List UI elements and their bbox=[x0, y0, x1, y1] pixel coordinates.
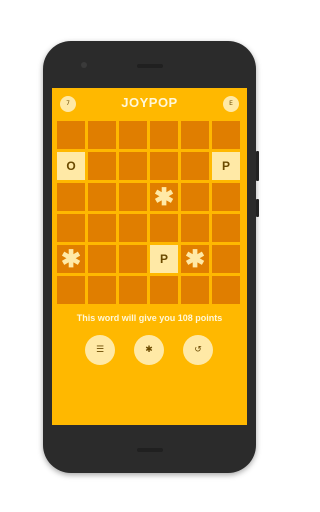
empty-tile[interactable] bbox=[88, 245, 116, 273]
phone-frame: 7 JOYPOP E O P ✱ ✱ P ✱ This word will give yo… bbox=[43, 41, 259, 473]
word-list-button[interactable]: ☰ bbox=[85, 335, 115, 365]
empty-tile[interactable] bbox=[88, 152, 116, 180]
empty-tile[interactable] bbox=[88, 183, 116, 211]
empty-tile[interactable] bbox=[119, 152, 147, 180]
empty-tile[interactable] bbox=[150, 214, 178, 242]
empty-tile[interactable] bbox=[181, 214, 209, 242]
empty-tile[interactable] bbox=[181, 121, 209, 149]
top-speaker bbox=[137, 64, 163, 68]
empty-tile[interactable] bbox=[181, 152, 209, 180]
empty-tile[interactable] bbox=[212, 245, 240, 273]
bonus-star-tile[interactable]: ✱ bbox=[57, 245, 85, 273]
empty-tile[interactable] bbox=[119, 276, 147, 304]
menu-badge-button[interactable]: E bbox=[223, 96, 239, 112]
empty-tile[interactable] bbox=[212, 121, 240, 149]
bonus-star-tile[interactable]: ✱ bbox=[181, 245, 209, 273]
app-title: JOYPOP bbox=[121, 95, 178, 110]
empty-tile[interactable] bbox=[119, 121, 147, 149]
empty-tile[interactable] bbox=[88, 121, 116, 149]
letter-grid: O P ✱ ✱ P ✱ bbox=[57, 121, 242, 304]
empty-tile[interactable] bbox=[119, 214, 147, 242]
undo-icon: ↺ bbox=[194, 345, 202, 355]
empty-tile[interactable] bbox=[88, 214, 116, 242]
list-icon: ☰ bbox=[95, 345, 105, 355]
letter-tile[interactable]: P bbox=[212, 152, 240, 180]
empty-tile[interactable] bbox=[212, 214, 240, 242]
letter-tile[interactable]: P bbox=[150, 245, 178, 273]
empty-tile[interactable] bbox=[57, 183, 85, 211]
empty-tile[interactable] bbox=[150, 121, 178, 149]
empty-tile[interactable] bbox=[150, 276, 178, 304]
score-message: This word will give you 108 points bbox=[76, 313, 223, 323]
empty-tile[interactable] bbox=[57, 276, 85, 304]
empty-tile[interactable] bbox=[57, 214, 85, 242]
empty-tile[interactable] bbox=[57, 121, 85, 149]
top-bar: 7 JOYPOP E bbox=[52, 88, 247, 120]
empty-tile[interactable] bbox=[119, 183, 147, 211]
front-camera bbox=[81, 62, 87, 68]
empty-tile[interactable] bbox=[88, 276, 116, 304]
empty-tile[interactable] bbox=[119, 245, 147, 273]
power-button bbox=[256, 199, 259, 217]
game-screen: 7 JOYPOP E O P ✱ ✱ P ✱ This word will give yo… bbox=[52, 88, 247, 425]
empty-tile[interactable] bbox=[212, 276, 240, 304]
bottom-speaker bbox=[137, 448, 163, 452]
empty-tile[interactable] bbox=[181, 183, 209, 211]
undo-button[interactable]: ↺ bbox=[183, 335, 213, 365]
empty-tile[interactable] bbox=[212, 183, 240, 211]
empty-tile[interactable] bbox=[150, 152, 178, 180]
bonus-star-tile[interactable]: ✱ bbox=[150, 183, 178, 211]
bomb-button[interactable]: ✱ bbox=[134, 335, 164, 365]
letter-tile[interactable]: O bbox=[57, 152, 85, 180]
volume-button bbox=[256, 151, 259, 181]
empty-tile[interactable] bbox=[181, 276, 209, 304]
asterisk-icon: ✱ bbox=[145, 345, 153, 355]
